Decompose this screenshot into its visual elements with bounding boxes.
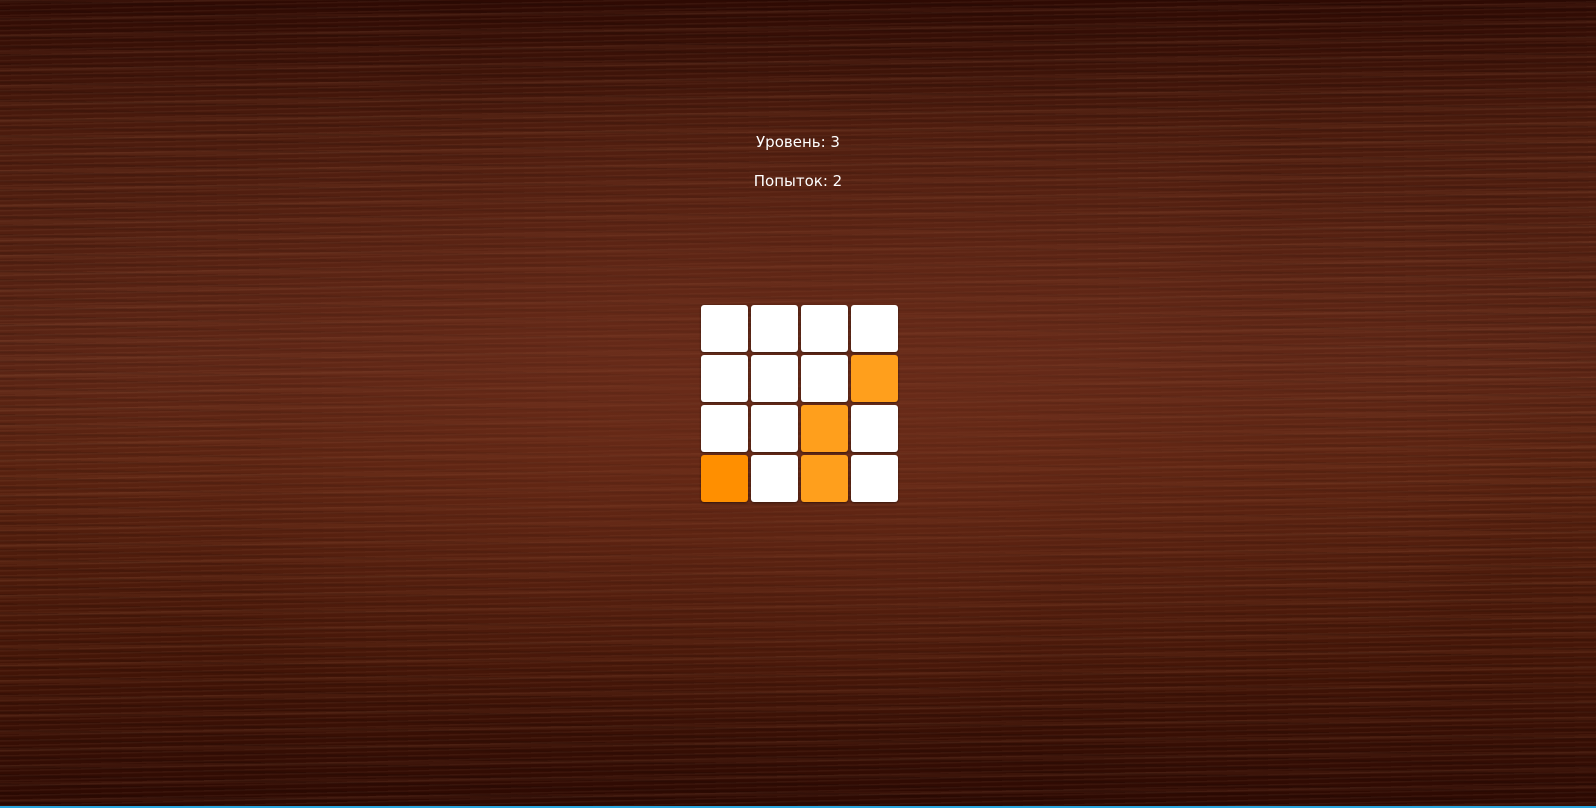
- board-cell-r3-c4[interactable]: [851, 405, 898, 452]
- board-cell-r1-c4[interactable]: [851, 305, 898, 352]
- board-cell-r3-c1[interactable]: [701, 405, 748, 452]
- game-board: [701, 305, 901, 505]
- board-cell-r3-c3[interactable]: [801, 405, 848, 452]
- board-cell-r2-c1[interactable]: [701, 355, 748, 402]
- board-cell-r4-c1[interactable]: [701, 455, 748, 502]
- board-cell-r1-c1[interactable]: [701, 305, 748, 352]
- level-label: Уровень: 3: [756, 133, 840, 151]
- board-cell-r2-c4[interactable]: [851, 355, 898, 402]
- board-cell-r2-c3[interactable]: [801, 355, 848, 402]
- board-cell-r3-c2[interactable]: [751, 405, 798, 452]
- board-cell-r4-c2[interactable]: [751, 455, 798, 502]
- board-cell-r2-c2[interactable]: [751, 355, 798, 402]
- board-cell-r1-c3[interactable]: [801, 305, 848, 352]
- board-cell-r1-c2[interactable]: [751, 305, 798, 352]
- board-cell-r4-c3[interactable]: [801, 455, 848, 502]
- board-cell-r4-c4[interactable]: [851, 455, 898, 502]
- attempts-label: Попыток: 2: [753, 172, 843, 190]
